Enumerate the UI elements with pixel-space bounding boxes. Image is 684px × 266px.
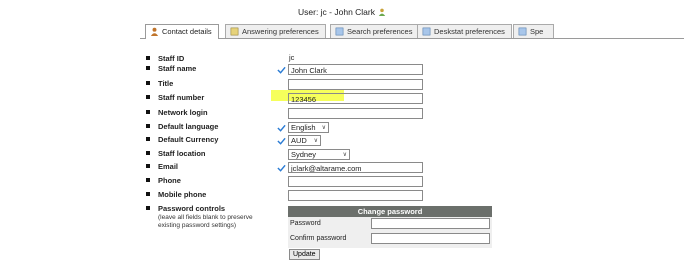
tab-spe[interactable]: Spe (513, 24, 554, 38)
bullet (146, 178, 150, 182)
label-staff-number: Staff number (158, 93, 205, 102)
update-button[interactable]: Update (289, 249, 320, 260)
person-icon (150, 27, 159, 36)
staff-number-input[interactable]: 123456 (288, 93, 423, 104)
bullet (146, 137, 150, 141)
tab-search-preferences[interactable]: Search preferences (330, 24, 420, 38)
user-icon (378, 8, 386, 16)
label-default-language: Default language (158, 122, 219, 131)
bullet (146, 151, 150, 155)
label-password-controls: Password controls (158, 204, 226, 213)
check-icon (277, 164, 286, 172)
bullet (146, 164, 150, 168)
bullet (146, 95, 150, 99)
tab-contact-details[interactable]: Contact details (145, 24, 219, 39)
tab-deskstat-preferences[interactable]: Deskstat preferences (417, 24, 512, 38)
tab-answering-preferences[interactable]: Answering preferences (225, 24, 326, 38)
select-value: English (291, 123, 316, 132)
check-icon (277, 124, 286, 132)
change-password-header: Change password (288, 206, 492, 217)
form-icon (230, 27, 239, 36)
chevron-down-icon: ∨ (321, 125, 326, 131)
label-staff-location: Staff location (158, 149, 206, 158)
default-language-select[interactable]: English ∨ (288, 122, 329, 133)
tab-label: Spe (530, 27, 544, 36)
default-currency-select[interactable]: AUD ∨ (288, 135, 321, 146)
bullet (146, 124, 150, 128)
check-icon (277, 137, 286, 145)
staff-id-value: jc (289, 53, 295, 62)
check-icon (277, 66, 286, 74)
confirm-password-input[interactable] (371, 233, 490, 244)
label-mobile-phone: Mobile phone (158, 190, 207, 199)
label-default-currency: Default Currency (158, 135, 219, 144)
label-title: Title (158, 79, 174, 88)
confirm-password-label: Confirm password (290, 235, 347, 242)
password-note: (leave all fields blank to preserve (158, 214, 253, 221)
tab-label: Answering preferences (242, 27, 319, 36)
form-icon (335, 27, 344, 36)
bullet (146, 110, 150, 114)
bullet (146, 206, 150, 210)
password-label: Password (290, 220, 321, 227)
mobile-phone-input[interactable] (288, 190, 423, 201)
email-input[interactable]: jclark@altarame.com (288, 162, 423, 173)
tab-label: Search preferences (347, 27, 413, 36)
bullet (146, 56, 150, 60)
staff-name-input[interactable]: John Clark (288, 64, 423, 75)
select-value: Sydney (291, 150, 317, 159)
tab-label: Deskstat preferences (434, 27, 505, 36)
bullet (146, 81, 150, 85)
chevron-down-icon: ∨ (313, 138, 318, 144)
label-staff-name: Staff name (158, 64, 197, 73)
title-input[interactable] (288, 79, 423, 90)
page-title-text: User: jc - John Clark (298, 7, 375, 17)
label-network-login: Network login (158, 108, 208, 117)
bullet (146, 192, 150, 196)
bullet (146, 66, 150, 70)
label-phone: Phone (158, 176, 181, 185)
phone-input[interactable] (288, 176, 423, 187)
tab-bar: Contact details Answering preferences Se… (140, 24, 684, 39)
label-email: Email (158, 162, 179, 171)
staff-location-select[interactable]: Sydney ∨ (288, 149, 350, 160)
form-icon (518, 27, 527, 36)
select-value: AUD (291, 136, 307, 145)
chevron-down-icon: ∨ (342, 152, 347, 158)
network-login-input[interactable] (288, 108, 423, 119)
form-icon (422, 27, 431, 36)
password-input[interactable] (371, 218, 490, 229)
password-note-2: existing password settings) (158, 222, 237, 229)
tab-label: Contact details (162, 27, 212, 36)
page-title: User: jc - John Clark (0, 7, 684, 17)
label-staff-id: Staff ID (158, 54, 185, 63)
